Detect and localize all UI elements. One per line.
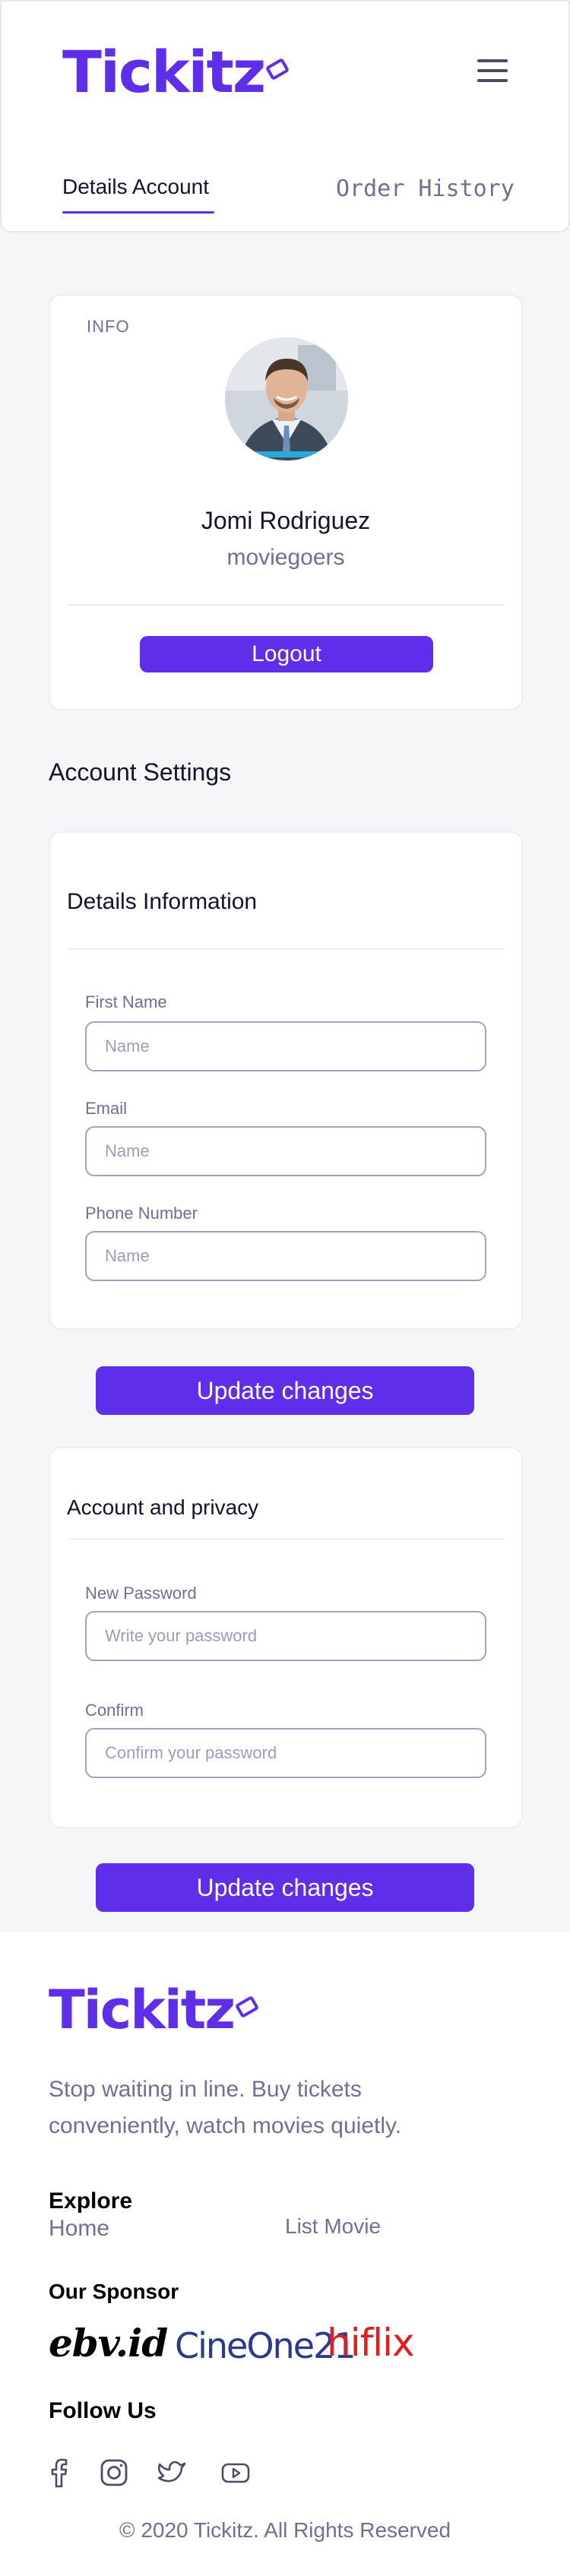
profile-role: moviegoers (226, 545, 345, 570)
explore-heading: Explore (49, 2188, 133, 2214)
details-information-heading: Details Information (67, 889, 258, 914)
divider (67, 948, 505, 950)
account-privacy-heading: Account and privacy (67, 1495, 259, 1519)
profile-name: Jomi Rodriguez (201, 507, 371, 534)
active-tab-indicator (62, 211, 214, 214)
footer-link-home[interactable]: Home (49, 2216, 109, 2242)
ticket-tag-icon (234, 1995, 260, 2019)
ticket-tag-icon (264, 57, 290, 81)
divider (67, 604, 505, 606)
avatar (225, 337, 348, 460)
account-settings-title: Account Settings (49, 758, 232, 786)
youtube-icon[interactable] (220, 2457, 251, 2488)
footer-link-list-movie[interactable]: List Movie (285, 2214, 381, 2239)
hamburger-line (477, 69, 508, 72)
new-password-field[interactable] (85, 1611, 486, 1661)
phone-number-label: Phone Number (85, 1204, 198, 1223)
profile-card: INFO Jomi Rodriguez moviegoers Logout (49, 294, 523, 710)
page-header: Tickitz Details Account Order History (0, 0, 570, 233)
tab-order-history[interactable]: Order History (336, 176, 515, 202)
follow-us-heading: Follow Us (49, 2398, 157, 2423)
update-privacy-button[interactable]: Update changes (96, 1863, 474, 1912)
email-field[interactable] (85, 1126, 486, 1176)
phone-number-field[interactable] (85, 1231, 486, 1281)
logo-text: Tickitz (62, 38, 266, 106)
hamburger-icon[interactable] (477, 59, 508, 82)
update-details-button[interactable]: Update changes (96, 1366, 474, 1415)
confirm-password-label: Confirm (85, 1701, 144, 1720)
account-privacy-card: Account and privacy New Password Confirm (49, 1447, 523, 1828)
instagram-icon[interactable] (99, 2457, 129, 2488)
confirm-password-field[interactable] (85, 1728, 486, 1778)
avatar-photo (225, 337, 348, 460)
hamburger-line (477, 79, 508, 82)
first-name-field[interactable] (85, 1021, 486, 1071)
sponsor-ebv-logo: ebv.id (49, 2321, 168, 2366)
twitter-icon[interactable] (157, 2457, 187, 2488)
divider (67, 1538, 505, 1540)
copyright-text: © 2020 Tickitz. All Rights Reserved (119, 2518, 451, 2542)
tickitz-logo[interactable]: Tickitz (62, 38, 290, 106)
details-information-card: Details Information First Name Email Pho… (49, 831, 523, 1330)
tab-details-account[interactable]: Details Account (62, 175, 209, 199)
facebook-icon[interactable] (44, 2457, 74, 2488)
footer-logo[interactable]: Tickitz (49, 1979, 260, 2041)
hamburger-line (477, 59, 508, 62)
sponsor-heading: Our Sponsor (49, 2280, 179, 2303)
page-footer: Tickitz Stop waiting in line. Buy ticket… (0, 1932, 570, 2576)
new-password-label: New Password (85, 1584, 197, 1603)
footer-tagline: Stop waiting in line. Buy tickets conven… (49, 2077, 402, 2138)
footer-logo-text: Tickitz (49, 1979, 236, 2041)
info-label: INFO (87, 317, 130, 336)
email-label: Email (85, 1099, 128, 1118)
first-name-label: First Name (85, 992, 167, 1011)
sponsor-hiflix-logo: hiflix (327, 2321, 415, 2365)
logout-button[interactable]: Logout (140, 636, 433, 672)
